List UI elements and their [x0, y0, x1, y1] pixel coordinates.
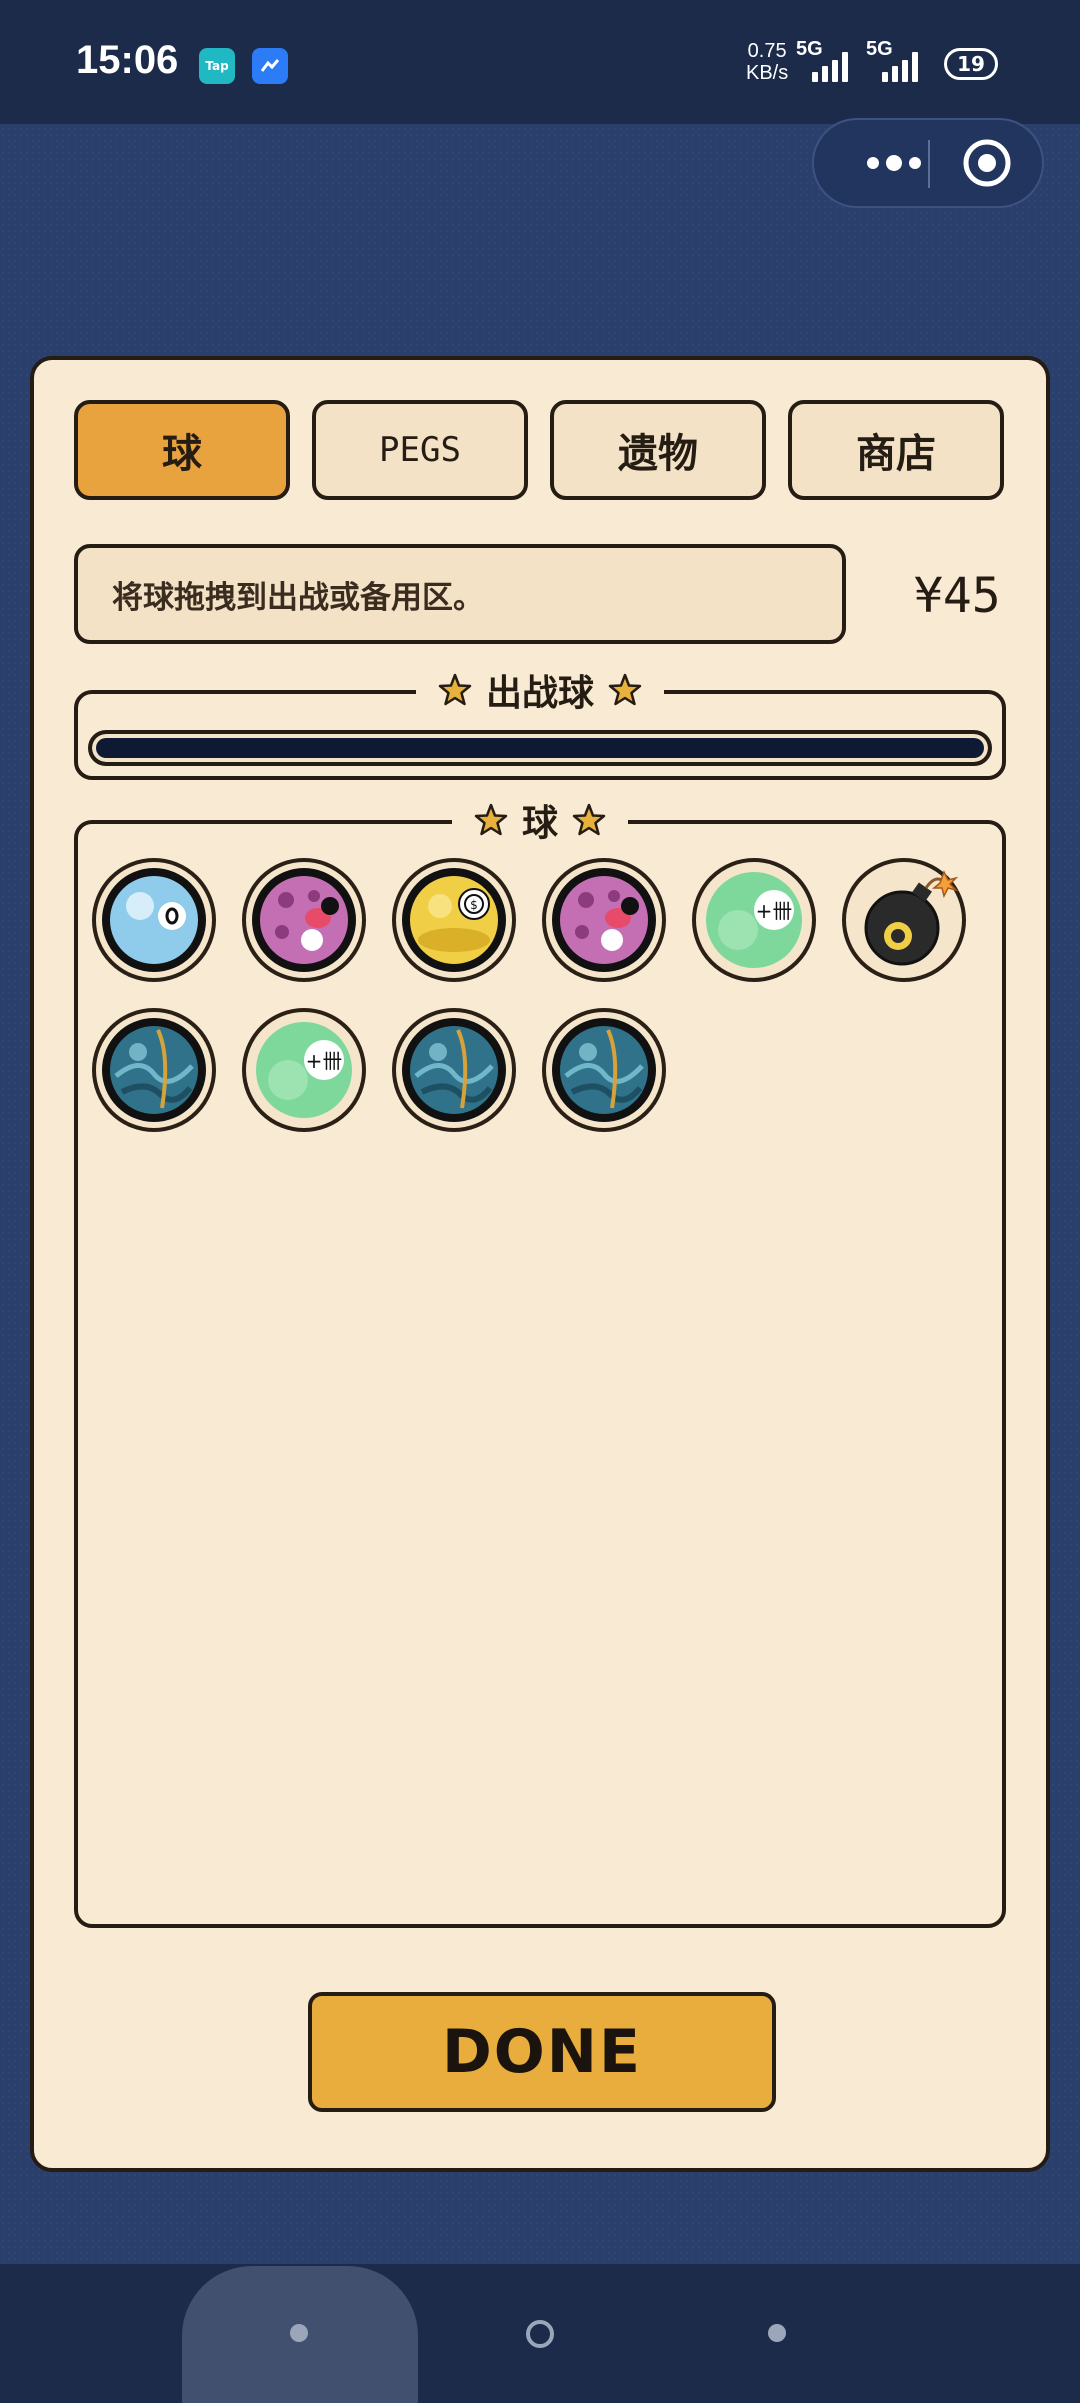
tab-pegs[interactable]: PEGS [312, 400, 528, 500]
star-icon [572, 803, 606, 836]
ball-slot[interactable] [542, 1008, 666, 1132]
ball-storage-title: 球 [451, 794, 629, 846]
svg-text:+卌: +卌 [306, 1049, 343, 1073]
ocean-ball-icon [402, 1018, 506, 1122]
tab-balls[interactable]: 球 [74, 400, 290, 500]
done-button[interactable]: DONE [308, 1992, 776, 2112]
ball-storage-title-text: 球 [521, 803, 559, 844]
signal-1-icon [812, 50, 848, 82]
star-icon [438, 673, 472, 706]
active-balls-drop-zone[interactable] [88, 730, 992, 766]
ball-slot[interactable]: $ [392, 858, 516, 982]
green-tally-ball-icon: +卌 [256, 1022, 352, 1118]
ball-storage-section[interactable]: 球 $ +卌 +卌 [74, 794, 1006, 1928]
ball-slot[interactable] [92, 1008, 216, 1132]
active-balls-section[interactable]: 出战球 [74, 664, 1006, 780]
signal-2-icon [882, 50, 918, 82]
eight-ball-blue-icon [102, 868, 206, 972]
ball-slot[interactable] [92, 858, 216, 982]
tap-app-icon: Tap [199, 48, 235, 84]
pink-dice-ball-icon [552, 868, 656, 972]
ball-slot[interactable]: +卌 [242, 1008, 366, 1132]
miniprogram-capsule [812, 118, 1044, 208]
nav-home-button[interactable] [526, 2320, 554, 2348]
arrow-app-icon [252, 48, 288, 84]
active-balls-title-text: 出战球 [485, 673, 595, 714]
tab-relics[interactable]: 遗物 [550, 400, 766, 500]
battery-icon: 19 [944, 48, 998, 80]
bomb-icon [864, 870, 958, 966]
svg-text:+卌: +卌 [756, 899, 793, 923]
svg-text:$: $ [470, 898, 478, 912]
pink-dice-ball-icon [252, 868, 356, 972]
status-bar: 15:06 Tap 0.75 KB/s 5G 5G 19 [0, 0, 1080, 124]
active-balls-title: 出战球 [415, 664, 665, 716]
ocean-ball-icon [102, 1018, 206, 1122]
close-miniprogram-icon[interactable] [962, 138, 1012, 188]
capsule-divider [928, 140, 930, 188]
ocean-ball-icon [552, 1018, 656, 1122]
network-speed: 0.75 KB/s [746, 40, 789, 84]
nav-recents-button[interactable] [768, 2324, 786, 2342]
ball-slot[interactable] [392, 1008, 516, 1132]
hint-text: 将球拖拽到出战或备用区。 [74, 544, 846, 644]
gold-coin-ball-icon: $ [402, 868, 506, 972]
tab-shop[interactable]: 商店 [788, 400, 1004, 500]
clock: 15:06 [76, 38, 179, 82]
star-icon [608, 673, 642, 706]
nav-back-button[interactable] [290, 2324, 308, 2342]
ball-slot[interactable] [242, 858, 366, 982]
inventory-panel: 球 PEGS 遗物 商店 将球拖拽到出战或备用区。 ¥45 出战球 球 $ +卌 +… [30, 356, 1050, 2172]
ball-slot[interactable] [842, 858, 966, 982]
ball-slot[interactable]: +卌 [692, 858, 816, 982]
star-icon [474, 803, 508, 836]
ball-slot[interactable] [542, 858, 666, 982]
green-tally-ball-icon: +卌 [706, 872, 802, 968]
money-counter: ¥45 [914, 568, 1001, 624]
